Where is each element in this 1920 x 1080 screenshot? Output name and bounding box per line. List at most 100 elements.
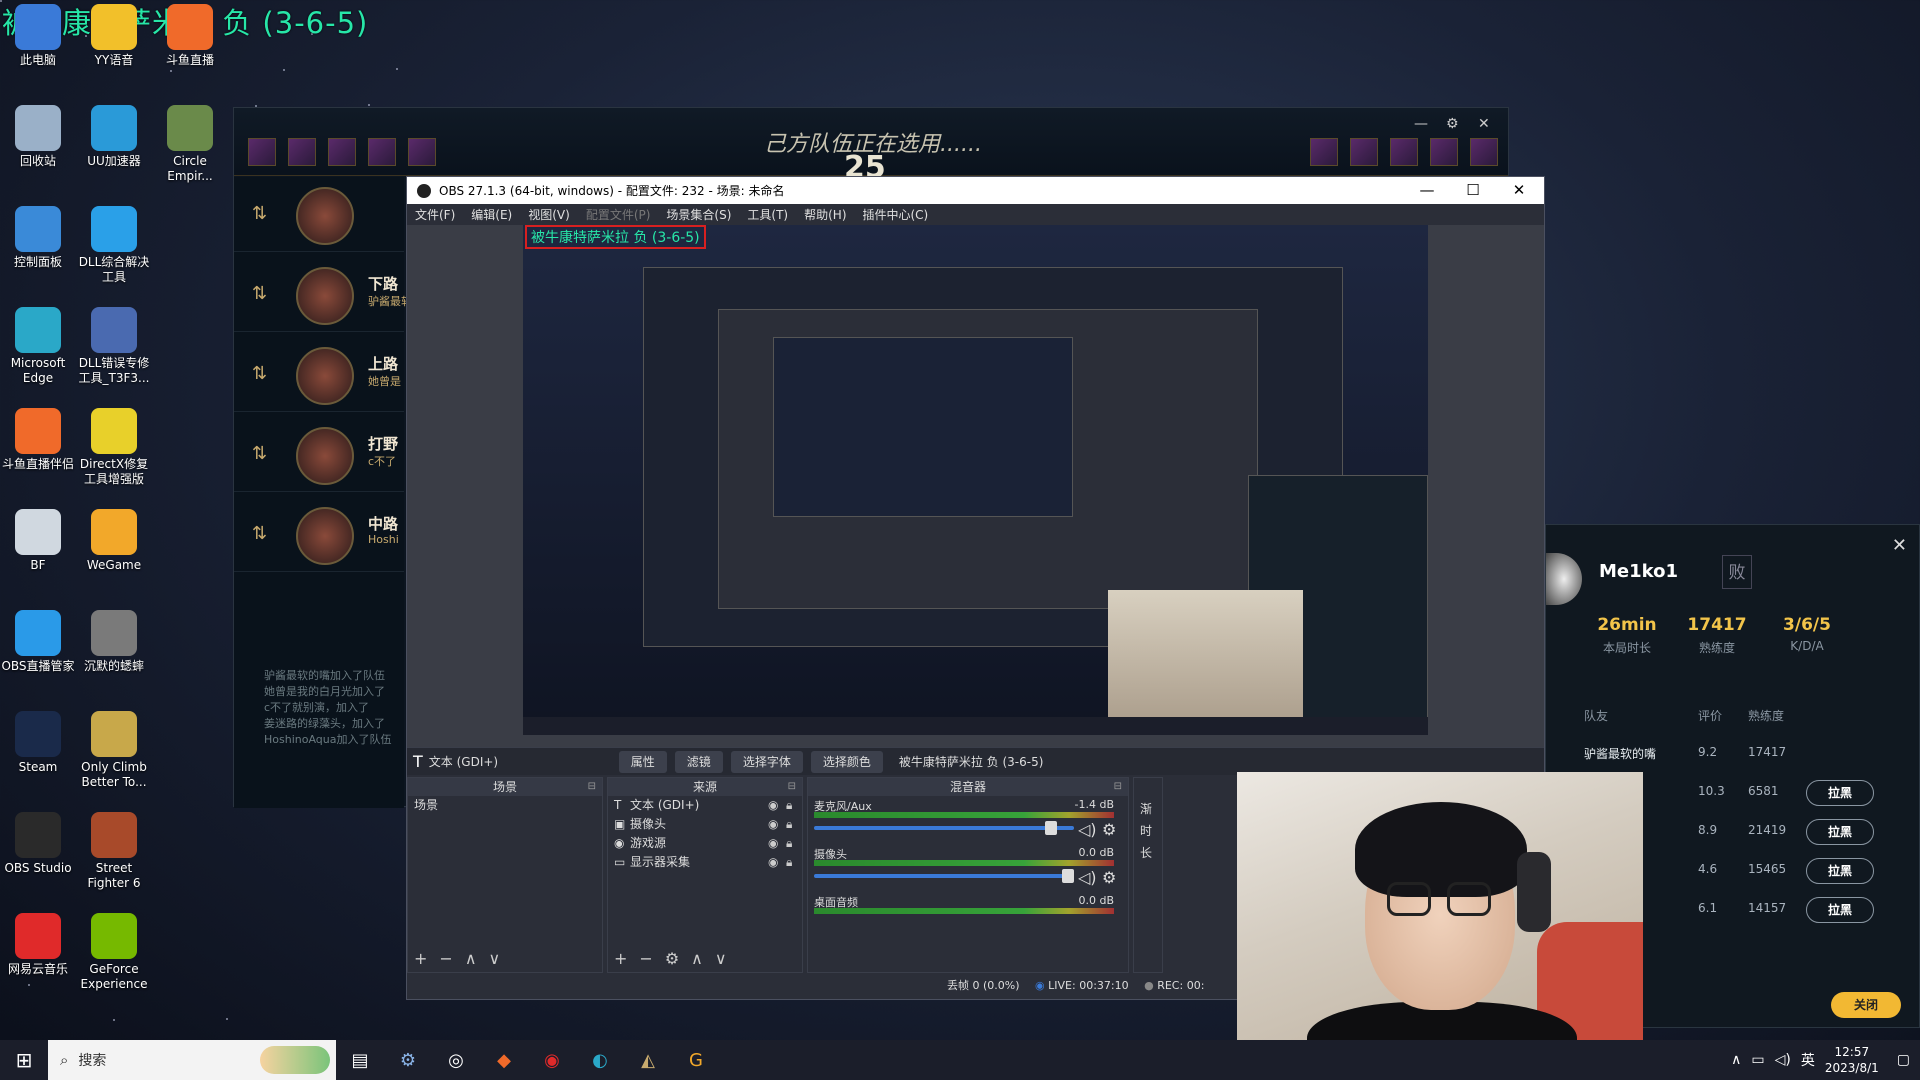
desktop-icon[interactable]: OBS直播管家 — [0, 610, 78, 674]
windows-start-icon[interactable]: ⊞ — [0, 1040, 48, 1080]
obs-menu-item[interactable]: 工具(T) — [747, 206, 788, 223]
gear-icon[interactable]: ⚙ — [665, 949, 679, 968]
lol-team-slot[interactable]: ⇅ 打野 c不了 — [234, 417, 404, 492]
clock[interactable]: 12:57 2023/8/1 — [1825, 1044, 1879, 1076]
block-button[interactable]: 拉黑 — [1806, 897, 1874, 923]
obs-menu-item[interactable]: 插件中心(C) — [863, 206, 929, 223]
desktop-icon[interactable]: GeForce Experience — [74, 913, 154, 992]
filters-button[interactable]: 滤镜 — [674, 750, 723, 773]
lol-team-slot[interactable]: ⇅ 中路 Hoshi — [234, 497, 404, 572]
gear-icon[interactable]: ⚙ — [1446, 116, 1459, 132]
move-down-icon[interactable]: ∨ — [489, 949, 501, 968]
swap-icon[interactable]: ⇅ — [252, 203, 267, 224]
volume-slider[interactable] — [814, 869, 1074, 883]
desktop-icon[interactable]: WeGame — [74, 509, 154, 573]
properties-button[interactable]: 属性 — [618, 750, 667, 773]
desktop-icon[interactable]: Microsoft Edge — [0, 307, 78, 386]
desktop-icon[interactable]: BF — [0, 509, 78, 573]
add-icon[interactable]: + — [414, 949, 427, 968]
swap-icon[interactable]: ⇅ — [252, 283, 267, 304]
lock-icon[interactable]: 🔒︎ — [786, 834, 792, 853]
visibility-eye-icon[interactable]: ◉ — [768, 815, 778, 834]
taskbar-search[interactable]: ⌕ 搜索 — [48, 1040, 336, 1080]
obs-menu-item[interactable]: 编辑(E) — [471, 206, 512, 223]
ime-indicator[interactable]: 英 — [1801, 1050, 1815, 1070]
desktop-icon[interactable]: DLL错误专修工具_T3F3... — [74, 307, 154, 386]
obs-menu-item[interactable]: 视图(V) — [528, 206, 570, 223]
taskbar-douyu-icon[interactable]: ◆ — [480, 1040, 528, 1080]
desktop-icon[interactable]: 沉默的蟋蟀 — [74, 610, 154, 674]
visibility-eye-icon[interactable]: ◉ — [768, 796, 778, 815]
gear-icon[interactable]: ⚙ — [1102, 868, 1116, 887]
text-source-value[interactable]: 被牛康特萨米拉 负 (3-6-5) — [899, 753, 1044, 770]
lol-team-slot[interactable]: ⇅ 下路驴酱最软的嘴 — [234, 257, 408, 332]
task-view-icon[interactable]: ▤ — [336, 1040, 384, 1080]
close-icon[interactable]: ✕ — [1892, 535, 1907, 556]
close-icon[interactable]: ✕ — [1478, 116, 1490, 132]
taskbar-obs-icon[interactable]: ◎ — [432, 1040, 480, 1080]
source-item[interactable]: ▣ 摄像头 ◉ 🔒︎ — [608, 815, 802, 834]
obs-menu-item[interactable]: 文件(F) — [415, 206, 455, 223]
tray-expand-icon[interactable]: ∧ — [1731, 1052, 1741, 1068]
taskbar-wegame-icon[interactable]: G — [672, 1040, 720, 1080]
desktop-icon[interactable]: 此电脑 — [0, 4, 78, 68]
scene-item[interactable]: 场景 — [408, 796, 602, 815]
maximize-icon[interactable]: ☐ — [1450, 179, 1496, 201]
network-icon[interactable]: ▭ — [1751, 1052, 1764, 1068]
close-icon[interactable]: ✕ — [1496, 179, 1542, 201]
slider-knob[interactable] — [1045, 821, 1057, 835]
lock-icon[interactable]: 🔒︎ — [786, 815, 792, 834]
source-item[interactable]: T 文本 (GDI+) ◉ 🔒︎ — [608, 796, 802, 815]
transitions-tab[interactable]: 渐 — [1140, 798, 1162, 820]
minimize-icon[interactable]: — — [1404, 179, 1450, 201]
close-button[interactable]: 关闭 — [1831, 992, 1901, 1018]
visibility-eye-icon[interactable]: ◉ — [768, 834, 778, 853]
lol-team-slot[interactable]: ⇅ 上路 她曾是 — [234, 337, 404, 412]
add-icon[interactable]: + — [614, 949, 627, 968]
desktop-icon[interactable]: DLL综合解决工具 — [74, 206, 154, 285]
desktop-icon[interactable]: UU加速器 — [74, 105, 154, 169]
taskbar-lol-icon[interactable]: ◭ — [624, 1040, 672, 1080]
block-button[interactable]: 拉黑 — [1806, 858, 1874, 884]
desktop-icon[interactable]: Only Climb Better To... — [74, 711, 154, 790]
obs-menu-item[interactable]: 帮助(H) — [804, 206, 846, 223]
taskbar-netease-icon[interactable]: ◉ — [528, 1040, 576, 1080]
taskbar-steam-icon[interactable]: ⚙ — [384, 1040, 432, 1080]
volume-icon[interactable]: ◁) — [1775, 1052, 1791, 1068]
desktop-icon[interactable]: 斗鱼直播伴侣 — [0, 408, 78, 472]
slider-knob[interactable] — [1062, 869, 1074, 883]
visibility-eye-icon[interactable]: ◉ — [768, 853, 778, 872]
desktop-icon[interactable]: 网易云音乐 — [0, 913, 78, 977]
speaker-icon[interactable]: ◁) — [1078, 868, 1097, 887]
remove-icon[interactable]: − — [439, 949, 452, 968]
volume-slider[interactable] — [814, 821, 1074, 835]
desktop-icon[interactable]: 回收站 — [0, 105, 78, 169]
desktop-icon[interactable]: Steam — [0, 711, 78, 775]
notification-icon[interactable]: ▢ — [1897, 1052, 1910, 1068]
select-color-button[interactable]: 选择颜色 — [810, 750, 883, 773]
speaker-icon[interactable]: ◁) — [1078, 820, 1097, 839]
gear-icon[interactable]: ⚙ — [1102, 820, 1116, 839]
block-button[interactable]: 拉黑 — [1806, 780, 1874, 806]
desktop-icon[interactable]: OBS Studio — [0, 812, 78, 876]
lock-icon[interactable]: 🔒︎ — [786, 796, 792, 815]
swap-icon[interactable]: ⇅ — [252, 523, 267, 544]
desktop-icon[interactable]: DirectX修复工具增强版 — [74, 408, 154, 487]
move-up-icon[interactable]: ∧ — [465, 949, 477, 968]
remove-icon[interactable]: − — [639, 949, 652, 968]
desktop-icon[interactable]: Circle Empir... — [150, 105, 230, 184]
obs-menu-item[interactable]: 配置文件(P) — [586, 206, 651, 223]
desktop-icon[interactable]: Street Fighter 6 — [74, 812, 154, 891]
lock-icon[interactable]: 🔒︎ — [786, 853, 792, 872]
swap-icon[interactable]: ⇅ — [252, 363, 267, 384]
desktop-icon[interactable]: 控制面板 — [0, 206, 78, 270]
desktop-icon[interactable]: YY语音 — [74, 4, 154, 68]
select-font-button[interactable]: 选择字体 — [730, 750, 803, 773]
obs-preview-canvas[interactable]: 被牛康特萨米拉 负 (3-6-5) — [523, 225, 1428, 735]
swap-icon[interactable]: ⇅ — [252, 443, 267, 464]
source-item[interactable]: ◉ 游戏源 ◉ 🔒︎ — [608, 834, 802, 853]
source-item[interactable]: ▭ 显示器采集 ◉ 🔒︎ — [608, 853, 802, 872]
taskbar-edge-icon[interactable]: ◐ — [576, 1040, 624, 1080]
move-up-icon[interactable]: ∧ — [691, 949, 703, 968]
desktop-icon[interactable]: 斗鱼直播 — [150, 4, 230, 68]
